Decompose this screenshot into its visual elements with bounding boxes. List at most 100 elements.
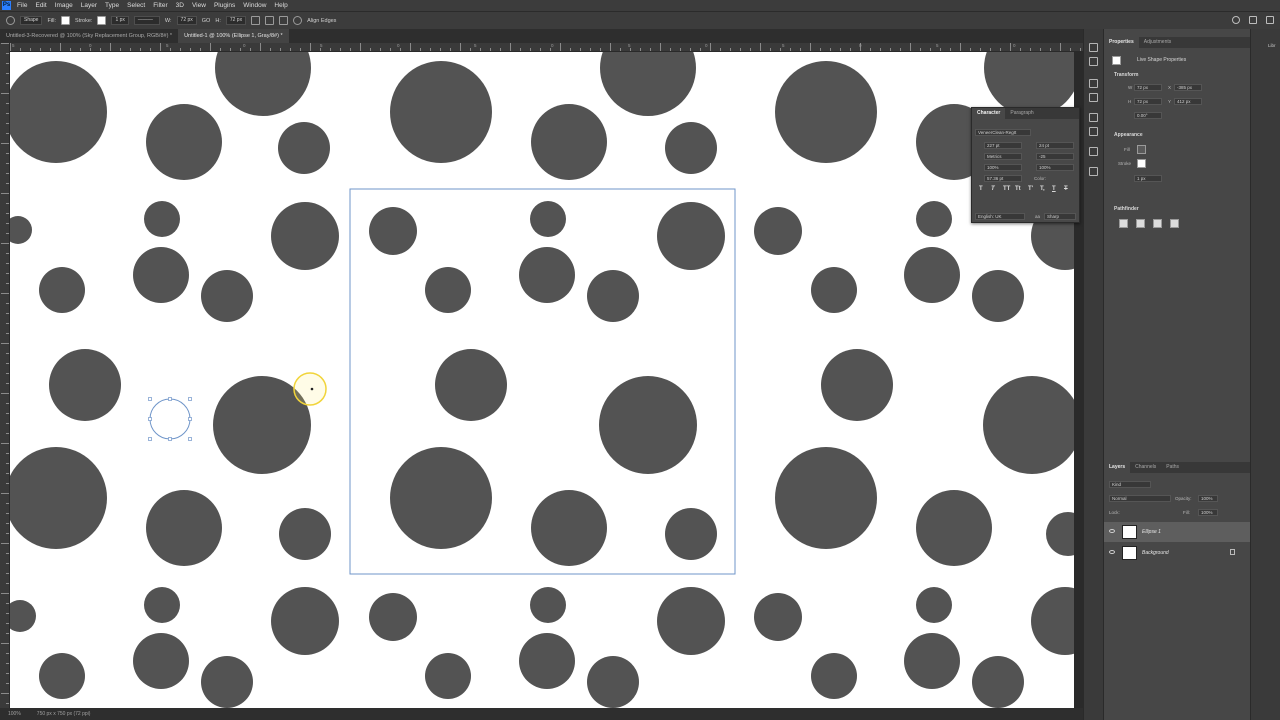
visibility-eye-icon[interactable]: [1109, 529, 1115, 533]
align-edges-checkbox[interactable]: Align Edges: [307, 18, 336, 24]
menu-window[interactable]: Window: [239, 0, 270, 11]
search-icon[interactable]: [1232, 16, 1240, 24]
transform-handle[interactable]: [148, 437, 152, 441]
language-select[interactable]: English: UK: [975, 213, 1025, 220]
menu-file[interactable]: File: [13, 0, 31, 11]
transform-title[interactable]: Transform: [1114, 72, 1138, 78]
paragraph-icon[interactable]: [1089, 127, 1098, 136]
document-canvas[interactable]: [10, 52, 1074, 708]
transform-handle[interactable]: [188, 397, 192, 401]
brush-settings-icon[interactable]: [1089, 93, 1098, 102]
pathfinder-title[interactable]: Pathfinder: [1114, 206, 1139, 212]
subscript-button[interactable]: T,: [1040, 186, 1045, 192]
ruler-horizontal[interactable]: 5 0 5 0 5 0 5 0 5 0 5 0 5 0: [10, 43, 1083, 52]
tab-properties[interactable]: Properties: [1104, 37, 1139, 48]
history-icon[interactable]: [1089, 43, 1098, 52]
transform-handle[interactable]: [168, 397, 172, 401]
stroke-swatch[interactable]: [97, 16, 107, 25]
layer-filter-select[interactable]: Kind: [1109, 481, 1151, 488]
stroke-width-field[interactable]: 1 px: [111, 16, 129, 25]
libraries-icon[interactable]: [1089, 167, 1098, 176]
transform-x-field[interactable]: -385 px: [1174, 84, 1202, 91]
transform-handle[interactable]: [188, 437, 192, 441]
glyphs-icon[interactable]: [1089, 147, 1098, 156]
vertical-scale-field[interactable]: 100%: [984, 164, 1022, 171]
transform-w-field[interactable]: 72 px: [1134, 84, 1162, 91]
height-field[interactable]: 72 px: [225, 16, 247, 25]
menu-layer[interactable]: Layer: [77, 0, 101, 11]
menu-view[interactable]: View: [188, 0, 210, 11]
menu-select[interactable]: Select: [123, 0, 149, 11]
superscript-button[interactable]: T': [1028, 186, 1033, 192]
link-dimensions-button[interactable]: GO: [202, 18, 211, 24]
appearance-stroke-swatch[interactable]: [1137, 159, 1146, 168]
transform-y-field[interactable]: 412 px: [1174, 98, 1202, 105]
menu-help[interactable]: Help: [270, 0, 291, 11]
path-arrangement-icon[interactable]: [279, 16, 289, 25]
transform-handle[interactable]: [148, 397, 152, 401]
faux-italic-button[interactable]: T: [991, 186, 995, 192]
font-size-field[interactable]: 227 pt: [984, 142, 1022, 149]
menu-filter[interactable]: Filter: [149, 0, 171, 11]
pathfinder-intersect-icon[interactable]: [1153, 219, 1162, 228]
layer-background[interactable]: Background: [1104, 543, 1251, 563]
small-caps-button[interactable]: Tt: [1015, 186, 1021, 192]
brush-icon[interactable]: [1089, 79, 1098, 88]
appearance-title[interactable]: Appearance: [1114, 132, 1143, 138]
pathfinder-unite-icon[interactable]: [1119, 219, 1128, 228]
width-field[interactable]: 72 px: [176, 16, 197, 25]
horizontal-scale-field[interactable]: 100%: [1036, 164, 1074, 171]
leading-field[interactable]: 24 pt: [1036, 142, 1074, 149]
appearance-fill-swatch[interactable]: [1137, 145, 1146, 154]
ruler-vertical[interactable]: [0, 43, 10, 708]
pathfinder-exclude-icon[interactable]: [1170, 219, 1179, 228]
actions-play-icon[interactable]: [1089, 57, 1098, 66]
tracking-field[interactable]: -25: [1036, 153, 1074, 160]
blend-mode-select[interactable]: Normal: [1109, 495, 1171, 502]
baseline-shift-field[interactable]: 57.36 pt: [984, 175, 1022, 182]
tool-mode-select[interactable]: Shape: [20, 16, 43, 25]
transform-h-field[interactable]: 72 px: [1134, 98, 1162, 105]
ellipse-tool-icon[interactable]: [6, 16, 15, 25]
tab-layers[interactable]: Layers: [1104, 462, 1131, 473]
all-caps-button[interactable]: TT: [1003, 186, 1010, 192]
tab-channels[interactable]: Channels: [1130, 462, 1161, 473]
tab-adjustments[interactable]: Adjustments: [1139, 37, 1177, 48]
transform-handle[interactable]: [168, 437, 172, 441]
ellipse-1-shape[interactable]: [149, 398, 191, 440]
tab-paths[interactable]: Paths: [1161, 462, 1184, 473]
font-family-select[interactable]: VeneerClean-RegIt: [975, 129, 1031, 136]
layer-ellipse-1[interactable]: Ellipse 1: [1104, 522, 1251, 542]
menu-image[interactable]: Image: [51, 0, 77, 11]
fill-swatch[interactable]: [61, 16, 71, 25]
transform-handle[interactable]: [148, 417, 152, 421]
visibility-eye-icon[interactable]: [1109, 550, 1115, 554]
libraries-tab[interactable]: Libr: [1268, 43, 1276, 48]
fill-field[interactable]: 100%: [1198, 509, 1218, 516]
faux-bold-button[interactable]: T: [979, 186, 983, 192]
menu-plugins[interactable]: Plugins: [210, 0, 239, 11]
tab-untitled-1[interactable]: Untitled-1 @ 100% (Ellipse 1, Gray/8#) *: [178, 29, 289, 43]
menu-type[interactable]: Type: [101, 0, 123, 11]
strikethrough-button[interactable]: T: [1064, 186, 1068, 192]
workspace-icon[interactable]: [1249, 16, 1257, 24]
photoshop-logo-icon[interactable]: Ps: [2, 1, 11, 10]
path-operations-icon[interactable]: [251, 16, 261, 25]
kerning-field[interactable]: Metrics: [984, 153, 1022, 160]
menu-3d[interactable]: 3D: [172, 0, 188, 11]
share-icon[interactable]: [1266, 16, 1274, 24]
opacity-field[interactable]: 100%: [1198, 495, 1218, 502]
tab-untitled-3[interactable]: Untitled-3-Recovered @ 100% (Sky Replace…: [0, 29, 178, 43]
underline-button[interactable]: T: [1052, 186, 1056, 192]
menu-edit[interactable]: Edit: [31, 0, 50, 11]
tab-character[interactable]: Character: [972, 108, 1006, 119]
transform-angle-field[interactable]: 0.00°: [1134, 112, 1162, 119]
appearance-stroke-width[interactable]: 1 px: [1134, 175, 1162, 182]
character-icon[interactable]: [1089, 113, 1098, 122]
transform-handle[interactable]: [188, 417, 192, 421]
gear-icon[interactable]: [293, 16, 303, 25]
pathfinder-subtract-icon[interactable]: [1136, 219, 1145, 228]
path-alignment-icon[interactable]: [265, 16, 275, 25]
zoom-level[interactable]: 100%: [8, 711, 21, 717]
stroke-type-select[interactable]: ———: [133, 16, 160, 25]
